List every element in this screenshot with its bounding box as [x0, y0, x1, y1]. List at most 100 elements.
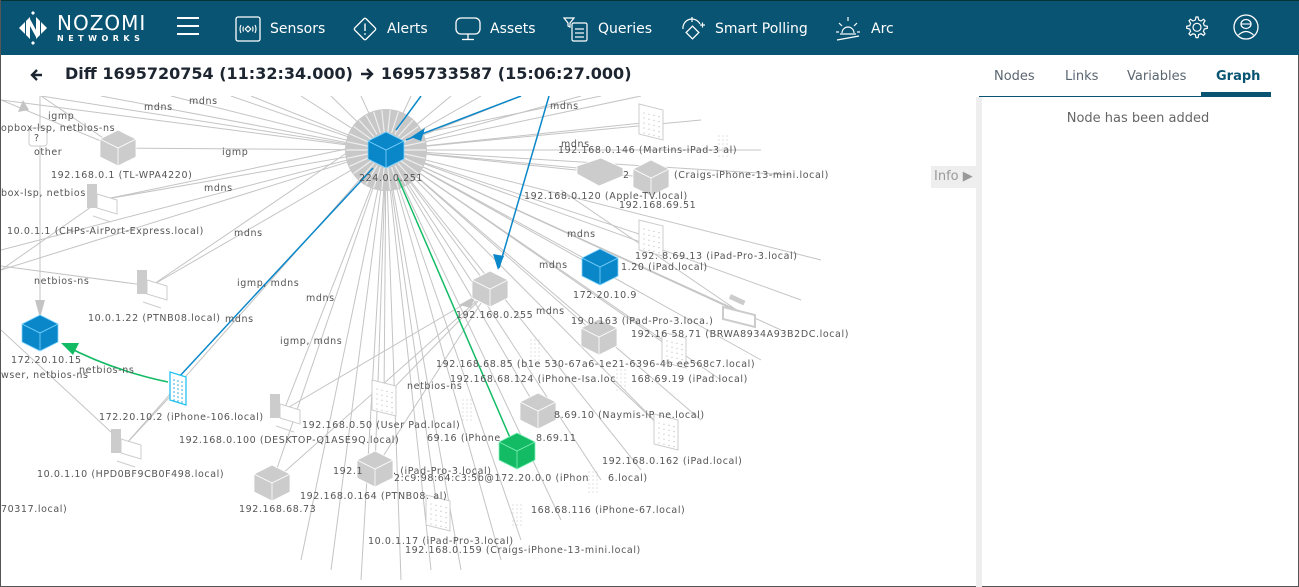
brand-subtitle: NETWORKS: [57, 34, 145, 43]
tablet-node-icon[interactable]: [371, 379, 397, 417]
cube-node-icon[interactable]: [253, 464, 291, 502]
graph-label: 192. 8.69.13 (iPad-Pro-3.local): [635, 251, 798, 262]
computer-node-icon[interactable]: [137, 270, 168, 309]
nav-alerts[interactable]: Alerts: [352, 1, 428, 56]
back-arrow-icon[interactable]: [29, 65, 45, 85]
brand-name: NOZOMI: [57, 11, 147, 35]
graph-label: 10.0.1.10 (HPD0BF9CB0F498.local): [37, 469, 224, 480]
edge-arrowhead: [18, 100, 29, 112]
diff-header: Diff 1695720754 (11:32:34.000) 169573358…: [1, 55, 976, 95]
graph-label: netbios-ns: [407, 381, 462, 392]
computer-node-icon[interactable]: [87, 184, 118, 223]
filter-list-icon: [563, 16, 588, 42]
faded-tablet-node-icon[interactable]: [616, 369, 626, 391]
changed-edge[interactable]: [498, 96, 550, 269]
graph-label: mdns: [234, 228, 263, 239]
side-panel-tabs: Nodes Links Variables Graph: [979, 55, 1271, 97]
nav-sensors[interactable]: Sensors: [235, 1, 325, 56]
graph-label: igmp, mdns: [237, 278, 299, 289]
graph-label: mdns: [306, 293, 335, 304]
graph-label: 172.20.10.15: [11, 355, 82, 366]
graph-label: mdns: [561, 139, 590, 150]
graph-label: 192.168.0.1 (TL-WPA4220): [51, 170, 192, 181]
tablet-node-icon[interactable]: [638, 103, 664, 141]
edge-arrowhead: [61, 343, 79, 355]
graph-edge[interactable]: [385, 149, 402, 581]
graph-label: 8.69.11: [536, 433, 576, 444]
monitor-icon: [455, 16, 481, 40]
graph-label: 192.168.69.51: [619, 200, 696, 211]
tab-links[interactable]: Links: [1065, 69, 1098, 84]
faded-tablet-node-icon[interactable]: [462, 399, 472, 421]
nav-alerts-label: Alerts: [387, 20, 428, 37]
graph-label: (Craigs-iPhone-13-mini.local): [674, 170, 829, 181]
tab-nodes[interactable]: Nodes: [994, 69, 1035, 84]
user-profile-icon[interactable]: [1232, 13, 1260, 41]
faded-tablet-node-icon[interactable]: [512, 504, 522, 526]
smart-polling-icon: [682, 16, 705, 40]
tab-graph[interactable]: Graph: [1216, 69, 1260, 84]
graph-label: ?: [34, 133, 40, 144]
graph-label: other: [34, 147, 62, 158]
nav-assets-label: Assets: [490, 20, 536, 37]
diff-to: 1695733587 (15:06:27.000): [380, 64, 632, 83]
added-edge[interactable]: [397, 177, 512, 441]
top-navigation-bar: NOZOMI NETWORKS Sensors Alerts Assets Qu…: [1, 0, 1299, 55]
nozomi-logo-icon: [19, 11, 47, 45]
graph-edge[interactable]: [385, 149, 432, 571]
graph-label: 192.168.68.73: [239, 504, 316, 515]
graph-label: wser, netbios-ns: [1, 370, 89, 381]
printer-node-icon[interactable]: [722, 294, 756, 329]
faded-tablet-node-icon[interactable]: [530, 339, 540, 361]
computer-node-icon[interactable]: [270, 394, 301, 433]
diff-prefix: Diff: [65, 64, 97, 83]
network-graph-canvas[interactable]: mdns mdns igmp opbox-lsp, netbios-ns? other i…: [1, 96, 976, 586]
cube-node-icon[interactable]: [498, 432, 536, 470]
graph-edge[interactable]: [1, 149, 387, 271]
graph-edge[interactable]: [330, 149, 387, 571]
hamburger-menu-button[interactable]: [177, 17, 199, 37]
graph-label: 192.16 58.71 (BRWA8934A93B2DC.local): [631, 329, 849, 340]
graph-label: igmp: [222, 147, 248, 158]
nav-arc[interactable]: Arc: [834, 1, 894, 56]
faded-tablet-node-icon[interactable]: [588, 471, 598, 493]
cube-node-icon[interactable]: [99, 129, 137, 167]
nav-queries-label: Queries: [598, 20, 653, 37]
graph-label: 6.local): [608, 473, 648, 484]
nav-queries[interactable]: Queries: [563, 1, 652, 56]
graph-label: 172.20.10.2 (iPhone-106.local): [99, 412, 264, 423]
network-graph-svg[interactable]: mdnsmdnsigmpopbox-lsp, netbios-ns?other i…: [1, 96, 976, 586]
side-panel: Nodes Links Variables Graph Node has bee…: [976, 55, 1299, 587]
nozomi-logo[interactable]: NOZOMI NETWORKS: [15, 9, 155, 47]
settings-gear-icon[interactable]: [1183, 13, 1211, 41]
graph-edge[interactable]: [271, 149, 387, 484]
graph-label: 192.168.68.85 (b1e 530-67a6-1e21-6396-4b…: [436, 359, 755, 370]
graph-label: mdns: [189, 96, 218, 107]
phone-node-icon[interactable]: [169, 371, 187, 406]
graph-label: mdns: [567, 229, 596, 240]
computer-node-icon[interactable]: [111, 429, 142, 468]
graph-label: mdns: [225, 314, 254, 325]
tab-variables[interactable]: Variables: [1127, 69, 1186, 84]
nav-assets[interactable]: Assets: [455, 1, 536, 56]
graph-edge[interactable]: [283, 149, 387, 411]
graph-label: 192.1: [333, 466, 363, 477]
sensors-icon: [235, 15, 261, 42]
graph-label: 192.168.0.50 (User Pad.local): [302, 420, 460, 431]
graph-label: 19 0.163 (iPad-Pro-3.loca.): [571, 316, 713, 327]
graph-label: 192.168.0.100 (DESKTOP-Q1ASE9Q.local): [179, 435, 399, 446]
graph-label: mdns: [539, 260, 568, 271]
cube-node-icon[interactable]: [21, 314, 59, 352]
graph-status-message: Node has been added: [1066, 111, 1210, 126]
nav-smart-polling[interactable]: Smart Polling: [680, 1, 808, 56]
panel-resize-handle[interactable]: [976, 97, 982, 587]
graph-label: 192.168.0.164 (PTNB08. al): [300, 491, 447, 502]
cube-node-icon[interactable]: [519, 392, 557, 430]
graph-edge[interactable]: [1, 329, 126, 446]
graph-label: 192.168.0.162 (iPad.local): [602, 456, 742, 467]
graph-label: 70317.local): [1, 504, 67, 515]
graph-edge[interactable]: [360, 149, 387, 581]
graph-label: 192.168.68.124 (iPhone-Isa.loc: [450, 374, 616, 385]
hub-node-label: 224.0.0.251: [359, 173, 423, 184]
info-toggle-button[interactable]: Info ▶: [931, 166, 976, 188]
